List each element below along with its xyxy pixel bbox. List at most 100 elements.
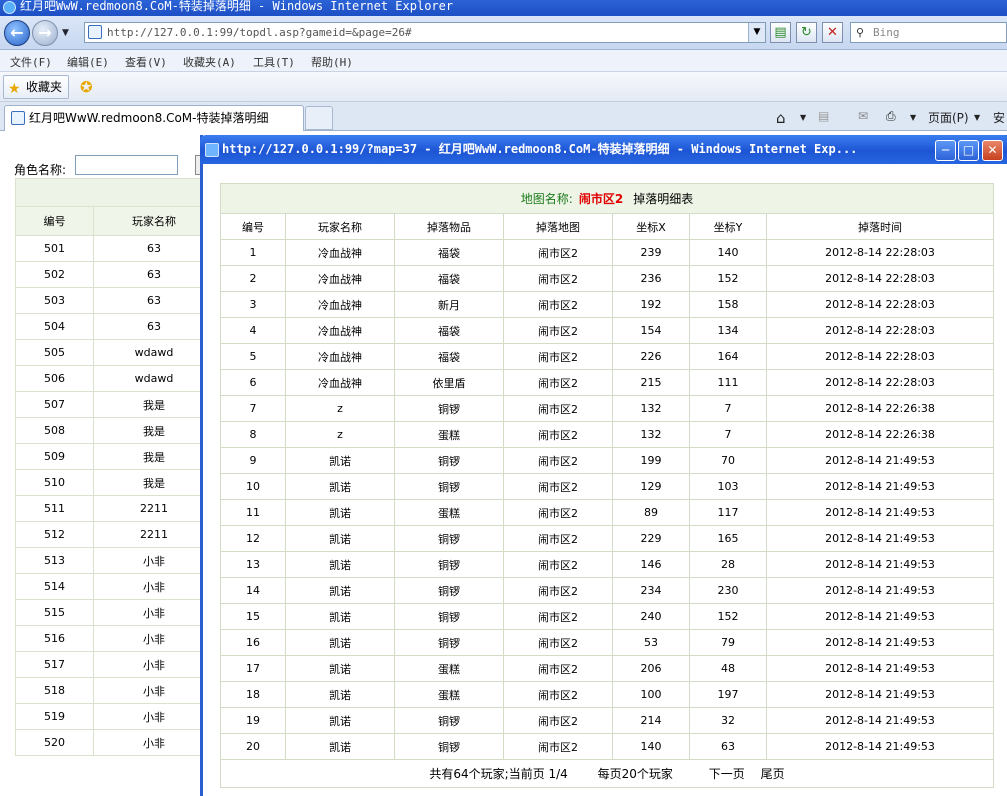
table-cell: 蛋糕 <box>394 681 504 708</box>
table-row: 508 我是 <box>15 417 215 444</box>
table-cell: 冷血战神 <box>285 317 395 344</box>
table-cell: 凯诺 <box>285 577 395 604</box>
table-cell: 226 <box>612 343 690 370</box>
table-row: 506 wdawd <box>15 365 215 392</box>
table-cell: 236 <box>612 265 690 292</box>
map-name-label: 地图名称: <box>520 192 573 206</box>
table-cell: 2012-8-14 22:28:03 <box>766 343 994 370</box>
table-cell: 197 <box>689 681 767 708</box>
menu-help[interactable]: 帮助(H) <box>311 54 353 70</box>
table-cell: 小非 <box>93 625 215 652</box>
table-cell: 凯诺 <box>285 551 395 578</box>
table-cell: 15 <box>220 603 286 630</box>
table-cell: 7 <box>689 395 767 422</box>
table-cell: 239 <box>612 239 690 266</box>
table-cell: 7 <box>689 421 767 448</box>
next-page-link[interactable]: 下一页 <box>709 767 745 781</box>
page-menu[interactable]: 页面(P) <box>928 109 969 126</box>
favorites-button[interactable]: ★ 收藏夹 <box>3 75 70 99</box>
table-cell: 2012-8-14 21:49:53 <box>766 655 994 682</box>
table-cell: 63 <box>93 287 215 314</box>
table-cell: 158 <box>689 291 767 318</box>
window-title: 红月吧WwW.redmoon8.CoM-特装掉落明细 - Windows Int… <box>20 0 454 13</box>
table-row: 509 我是 <box>15 443 215 470</box>
new-tab-button[interactable] <box>305 106 333 130</box>
compatibility-view-button[interactable]: ▤ <box>770 22 791 43</box>
page-dropdown-icon[interactable]: ▼ <box>974 113 980 122</box>
address-bar[interactable]: http://127.0.0.1:99/topdl.asp?gameid=&pa… <box>84 22 766 43</box>
player-name-input[interactable] <box>75 155 178 175</box>
menu-view[interactable]: 查看(V) <box>125 54 167 70</box>
table-cell: 20 <box>220 733 286 760</box>
table-cell: 闹市区2 <box>503 577 613 604</box>
refresh-button[interactable]: ↻ <box>796 22 817 43</box>
menu-tools[interactable]: 工具(T) <box>253 54 295 70</box>
back-button[interactable]: ← <box>4 20 30 46</box>
table-row: 510 我是 <box>15 469 215 496</box>
print-icon[interactable]: ⎙ <box>886 109 896 124</box>
tab-bar: 红月吧WwW.redmoon8.CoM-特装掉落明细 ⌂ ▼ ▤ ✉ ⎙ ▼ 页… <box>0 102 1007 131</box>
table-row: 5 冷血战神 福袋 闹市区2 226 164 2012-8-14 22:28:03 <box>220 343 994 370</box>
table-row: 20 凯诺 铜锣 闹市区2 140 63 2012-8-14 21:49:53 <box>220 733 994 760</box>
table-row: 505 wdawd <box>15 339 215 366</box>
rss-icon[interactable]: ▤ <box>818 109 829 123</box>
tab-active[interactable]: 红月吧WwW.redmoon8.CoM-特装掉落明细 <box>4 105 304 131</box>
forward-button[interactable]: → <box>32 20 58 46</box>
address-dropdown-icon[interactable]: ▼ <box>748 23 765 42</box>
menu-favorites[interactable]: 收藏夹(A) <box>183 54 236 70</box>
table-cell: 18 <box>220 681 286 708</box>
table-cell: 16 <box>220 629 286 656</box>
table-row: 517 小非 <box>15 651 215 678</box>
table-cell: 514 <box>15 573 94 600</box>
page-icon <box>88 25 102 39</box>
table-row: 501 63 <box>15 235 215 262</box>
player-table: 编号 玩家名称 501 63 502 63 503 63 504 63 505 wdawd 506 w… <box>15 178 215 756</box>
table-cell: 2012-8-14 22:26:38 <box>766 421 994 448</box>
table-caption <box>15 178 215 207</box>
table-cell: 520 <box>15 729 94 756</box>
minimize-button[interactable]: ─ <box>935 140 956 161</box>
column-header-item: 掉落物品 <box>394 213 504 240</box>
print-dropdown-icon[interactable]: ▼ <box>910 113 916 122</box>
table-row: 503 63 <box>15 287 215 314</box>
table-cell: 蛋糕 <box>394 421 504 448</box>
table-cell: 凯诺 <box>285 603 395 630</box>
popup-content: 地图名称: 闹市区2 掉落明细表 编号 玩家名称 掉落物品 掉落地图 坐标X 坐标Y… <box>203 164 1007 796</box>
menu-edit[interactable]: 编辑(E) <box>67 54 109 70</box>
search-input[interactable]: ⚲ Bing <box>850 22 1007 43</box>
pagination-summary: 共有64个玩家;当前页 1/4 <box>429 767 568 781</box>
mail-icon[interactable]: ✉ <box>858 109 868 123</box>
table-row: 18 凯诺 蛋糕 闹市区2 100 197 2012-8-14 21:49:53 <box>220 681 994 708</box>
table-row: 516 小非 <box>15 625 215 652</box>
maximize-button[interactable]: □ <box>958 140 979 161</box>
star-icon: ★ <box>8 81 21 97</box>
table-cell: 小非 <box>93 703 215 730</box>
table-cell: 冷血战神 <box>285 291 395 318</box>
table-cell: 2012-8-14 21:49:53 <box>766 499 994 526</box>
table-cell: 闹市区2 <box>503 291 613 318</box>
table-cell: 146 <box>612 551 690 578</box>
table-cell: 214 <box>612 707 690 734</box>
column-header-map: 掉落地图 <box>503 213 613 240</box>
table-row: 17 凯诺 蛋糕 闹市区2 206 48 2012-8-14 21:49:53 <box>220 655 994 682</box>
last-page-link[interactable]: 尾页 <box>761 767 785 781</box>
caption-suffix: 掉落明细表 <box>633 192 694 206</box>
table-cell: 闹市区2 <box>503 473 613 500</box>
home-dropdown-icon[interactable]: ▼ <box>800 113 806 122</box>
recent-pages-dropdown-icon[interactable]: ▼ <box>62 28 69 38</box>
table-cell: 铜锣 <box>394 629 504 656</box>
table-row: 12 凯诺 铜锣 闹市区2 229 165 2012-8-14 21:49:53 <box>220 525 994 552</box>
column-header-id: 编号 <box>220 213 286 240</box>
table-cell: 63 <box>93 261 215 288</box>
table-cell: 凯诺 <box>285 707 395 734</box>
table-cell: 79 <box>689 629 767 656</box>
add-favorite-icon[interactable]: ✪ <box>80 78 93 96</box>
home-icon[interactable]: ⌂ <box>776 109 786 127</box>
stop-button[interactable]: ✕ <box>822 22 843 43</box>
column-header-player: 玩家名称 <box>285 213 395 240</box>
close-button[interactable]: ✕ <box>982 140 1003 161</box>
safety-menu[interactable]: 安 <box>993 109 1005 126</box>
menu-file[interactable]: 文件(F) <box>10 54 52 70</box>
table-cell: 2012-8-14 22:26:38 <box>766 395 994 422</box>
table-cell: 507 <box>15 391 94 418</box>
